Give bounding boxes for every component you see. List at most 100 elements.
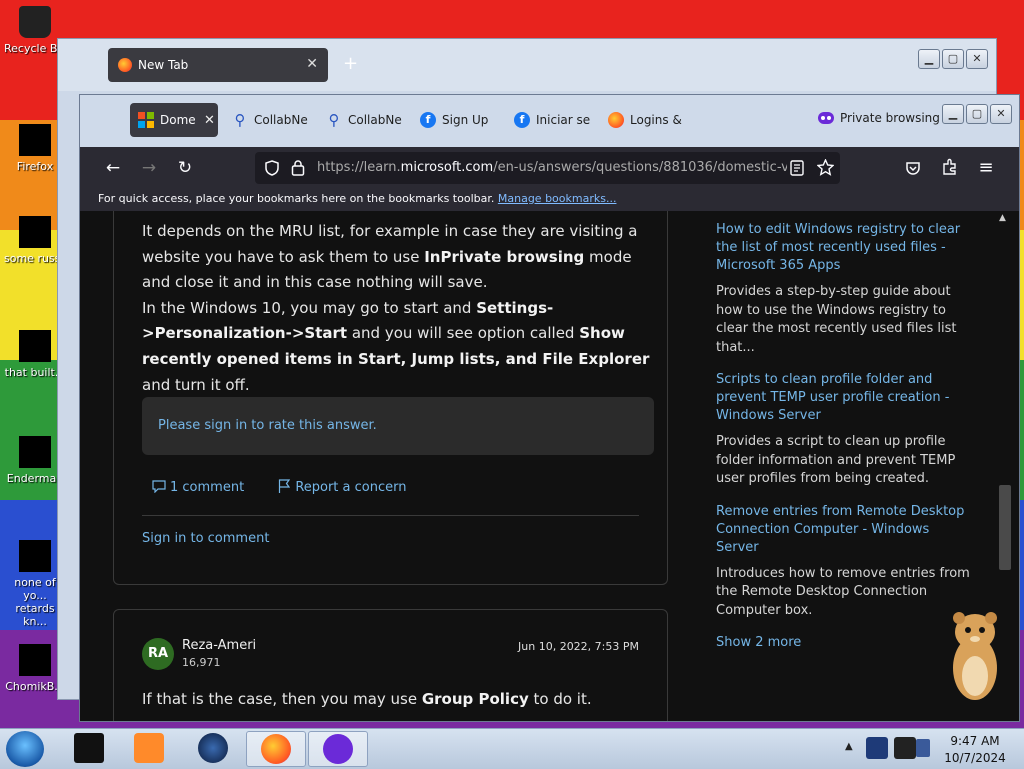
back-tab-new-tab[interactable]: New Tab ✕ bbox=[108, 48, 328, 82]
bookmarks-toolbar: For quick access, place your bookmarks h… bbox=[80, 189, 1019, 211]
tab-logins[interactable]: Logins & bbox=[600, 103, 690, 137]
user-name[interactable]: Reza-Ameri bbox=[182, 638, 256, 653]
file-icon bbox=[19, 644, 51, 676]
volume-icon[interactable] bbox=[916, 739, 930, 757]
tray-app-icon[interactable] bbox=[866, 737, 888, 759]
recycle-bin-icon bbox=[19, 6, 51, 38]
firefox-icon bbox=[19, 124, 51, 156]
answer-card: It depends on the MRU list, for example … bbox=[113, 211, 668, 585]
taskbar-media-player[interactable] bbox=[120, 731, 178, 765]
reload-icon[interactable]: ↻ bbox=[172, 155, 198, 181]
rate-answer-box[interactable]: Please sign in to rate this answer. bbox=[142, 397, 654, 455]
close-button[interactable]: ✕ bbox=[990, 104, 1012, 124]
search-icon: ⚲ bbox=[328, 111, 340, 129]
related-link[interactable]: Scripts to clean profile folder and prev… bbox=[716, 371, 976, 425]
close-button[interactable]: ✕ bbox=[966, 49, 988, 69]
close-icon[interactable]: ✕ bbox=[306, 56, 318, 72]
url-text[interactable]: https://learn.microsoft.com/en-us/answer… bbox=[317, 160, 787, 175]
related-content-sidebar: How to edit Windows registry to clear th… bbox=[716, 221, 976, 652]
facebook-icon: f bbox=[420, 112, 436, 128]
navigation-toolbar: ← → ↻ https://learn.microsoft.com/en-us/… bbox=[80, 147, 1019, 189]
url-bar[interactable]: https://learn.microsoft.com/en-us/answer… bbox=[255, 152, 840, 184]
answer-actions: 1 comment Report a concern bbox=[152, 479, 406, 495]
forward-arrow-icon[interactable]: → bbox=[136, 155, 162, 181]
lock-icon[interactable] bbox=[291, 159, 305, 176]
tab-collabnet-1[interactable]: ⚲ CollabNe bbox=[224, 103, 314, 137]
minimize-button[interactable]: ▁ bbox=[942, 104, 964, 124]
minimize-button[interactable]: ▁ bbox=[918, 49, 940, 69]
related-link[interactable]: Remove entries from Remote Desktop Conne… bbox=[716, 503, 976, 557]
comment-icon bbox=[152, 480, 166, 494]
related-item: Remove entries from Remote Desktop Conne… bbox=[716, 503, 976, 621]
taskbar-firefox[interactable] bbox=[246, 731, 306, 767]
show-hidden-icons-button[interactable]: ▲ bbox=[845, 741, 853, 752]
taskbar-app-1[interactable] bbox=[60, 731, 118, 765]
page-content: It depends on the MRU list, for example … bbox=[80, 211, 1019, 721]
window-controls: ▁ ▢ ✕ bbox=[942, 104, 1012, 124]
network-icon[interactable] bbox=[894, 737, 916, 759]
manage-bookmarks-link[interactable]: Manage bookmarks... bbox=[498, 192, 617, 205]
answer-body: If that is the case, then you may use Gr… bbox=[142, 690, 592, 708]
tab-bar: Dome ✕ ⚲ CollabNe ⚲ CollabNe f Sign Up f… bbox=[80, 95, 1019, 147]
scroll-up-icon[interactable]: ▲ bbox=[999, 213, 1006, 223]
start-button[interactable] bbox=[6, 731, 44, 767]
bookmark-star-icon[interactable] bbox=[817, 159, 834, 176]
globe-icon bbox=[198, 733, 228, 763]
related-description: Introduces how to remove entries from th… bbox=[716, 565, 970, 618]
front-browser-window[interactable]: Dome ✕ ⚲ CollabNe ⚲ CollabNe f Sign Up f… bbox=[79, 94, 1020, 722]
divider bbox=[142, 515, 639, 516]
related-link[interactable]: How to edit Windows registry to clear th… bbox=[716, 221, 976, 275]
related-item: Scripts to clean profile folder and prev… bbox=[716, 371, 976, 489]
related-description: Provides a step-by-step guide about how … bbox=[716, 284, 957, 355]
related-item: How to edit Windows registry to clear th… bbox=[716, 221, 976, 357]
avatar[interactable]: RA bbox=[142, 638, 174, 670]
private-browsing-indicator: Private browsing bbox=[818, 111, 940, 125]
answer-date: Jun 10, 2022, 7:53 PM bbox=[518, 640, 639, 653]
tab-collabnet-2[interactable]: ⚲ CollabNe bbox=[318, 103, 408, 137]
report-concern-button[interactable]: Report a concern bbox=[278, 479, 406, 495]
shield-icon[interactable] bbox=[265, 160, 279, 176]
system-clock[interactable]: 9:47 AM 10/7/2024 bbox=[930, 733, 1020, 767]
tab-label: New Tab bbox=[138, 58, 189, 72]
taskbar-firefox-private[interactable] bbox=[308, 731, 368, 767]
maximize-button[interactable]: ▢ bbox=[942, 49, 964, 69]
firefox-icon bbox=[261, 734, 291, 764]
taskbar: ▲ 9:47 AM 10/7/2024 bbox=[0, 728, 1024, 769]
back-tab-bar: New Tab ✕ + ▁ ▢ ✕ bbox=[58, 39, 996, 91]
sign-in-to-comment-link[interactable]: Sign in to comment bbox=[142, 531, 269, 546]
reader-view-icon[interactable] bbox=[790, 160, 804, 176]
tab-facebook-signup[interactable]: f Sign Up bbox=[412, 103, 502, 137]
hamster-image bbox=[953, 612, 997, 700]
close-icon[interactable]: ✕ bbox=[204, 113, 215, 128]
user-points: 16,971 bbox=[182, 656, 221, 669]
window-controls: ▁ ▢ ✕ bbox=[918, 49, 988, 69]
comment-button[interactable]: 1 comment bbox=[152, 480, 248, 495]
maximize-button[interactable]: ▢ bbox=[966, 104, 988, 124]
related-description: Provides a script to clean up profile fo… bbox=[716, 434, 956, 486]
file-icon bbox=[19, 216, 51, 248]
facebook-icon: f bbox=[514, 112, 530, 128]
firefox-icon bbox=[118, 58, 132, 72]
new-tab-button[interactable]: + bbox=[343, 53, 358, 74]
scrollbar-thumb[interactable] bbox=[999, 485, 1011, 570]
file-icon bbox=[19, 330, 51, 362]
flag-icon bbox=[279, 479, 291, 493]
menu-icon[interactable]: ≡ bbox=[973, 155, 999, 181]
show-more-link[interactable]: Show 2 more bbox=[716, 634, 976, 652]
tab-domestic[interactable]: Dome ✕ bbox=[130, 103, 218, 137]
search-icon: ⚲ bbox=[234, 111, 246, 129]
back-arrow-icon[interactable]: ← bbox=[100, 155, 126, 181]
private-browsing-icon bbox=[323, 734, 353, 764]
media-player-icon bbox=[134, 733, 164, 763]
microsoft-icon bbox=[138, 112, 154, 128]
taskbar-app-3[interactable] bbox=[184, 731, 242, 765]
app-icon bbox=[74, 733, 104, 763]
pocket-icon[interactable] bbox=[905, 160, 921, 176]
file-icon bbox=[19, 540, 51, 572]
tab-facebook-login[interactable]: f Iniciar se bbox=[506, 103, 596, 137]
firefox-icon bbox=[608, 112, 624, 128]
answer-body: It depends on the MRU list, for example … bbox=[142, 222, 650, 394]
answer-card-2: RA Reza-Ameri 16,971 Jun 10, 2022, 7:53 … bbox=[113, 609, 668, 721]
file-icon bbox=[19, 436, 51, 468]
extensions-icon[interactable] bbox=[941, 158, 959, 176]
